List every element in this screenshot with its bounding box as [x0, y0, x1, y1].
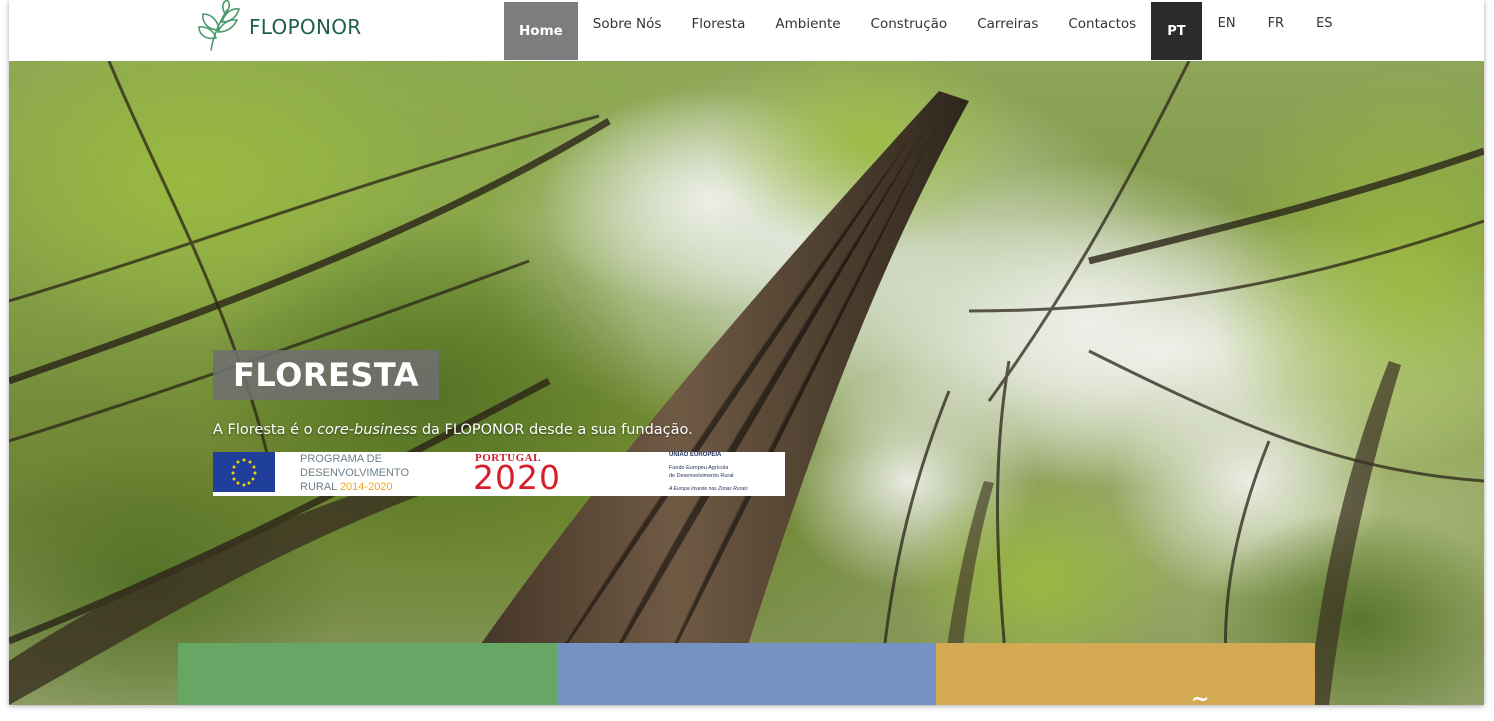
eu-fund-line-1: Fundo Europeu Agrícola	[669, 465, 729, 471]
hero-subtitle-text-end: da FLOPONOR desde a sua fundação.	[417, 422, 693, 438]
lang-en[interactable]: EN	[1202, 2, 1252, 45]
feature-tiles: ~	[178, 643, 1315, 705]
feature-tile-green[interactable]	[178, 643, 557, 705]
hero-banner: FLORESTA A Floresta é o core-business da…	[9, 61, 1484, 705]
hero-subtitle: A Floresta é o core-business da FLOPONOR…	[213, 422, 785, 438]
eu-title: UNIÃO EUROPEIA	[669, 452, 722, 458]
pdr-line-3: RURAL 2014-2020	[300, 480, 409, 494]
pdr-years: 2014-2020	[339, 481, 393, 493]
eu-fund-line-2: de Desenvolvimento Rural	[669, 473, 734, 479]
hero-subtitle-emphasis: core-business	[317, 422, 418, 438]
pdr-program-text: PROGRAMA DE DESENVOLVIMENTO RURAL 2014-2…	[300, 452, 409, 494]
tile-partial-text: ~	[1191, 687, 1210, 705]
lang-pt[interactable]: PT	[1151, 2, 1202, 60]
pdr-line-1: PROGRAMA DE	[300, 453, 382, 465]
browser-viewport: FLOPONOR Home Sobre Nós Floresta Ambient…	[9, 0, 1484, 705]
lang-fr[interactable]: FR	[1252, 2, 1301, 45]
logo-wordmark: FLOPONOR	[249, 15, 362, 39]
main-nav: Home Sobre Nós Floresta Ambiente Constru…	[504, 2, 1349, 60]
site-header: FLOPONOR Home Sobre Nós Floresta Ambient…	[9, 0, 1484, 61]
nav-sobre-nos[interactable]: Sobre Nós	[578, 2, 677, 45]
nav-ambiente[interactable]: Ambiente	[760, 2, 855, 45]
funding-logos-banner[interactable]: PDR 2020 PROGRAMA DE DESENVOLVIMENTO RUR…	[213, 452, 785, 496]
eu-fund-text: Fundo Europeu Agrícola de Desenvolviment…	[669, 464, 734, 480]
leaf-sprig-icon	[198, 0, 240, 51]
feature-tile-gold[interactable]: ~	[936, 643, 1315, 705]
hero-title: FLORESTA	[213, 350, 439, 400]
nav-floresta[interactable]: Floresta	[676, 2, 760, 45]
portugal-2020: 2020	[473, 458, 561, 497]
pdr-line-3-label: RURAL	[300, 481, 340, 493]
feature-tile-blue[interactable]	[557, 643, 936, 705]
pdr-line-2: DESENVOLVIMENTO	[300, 467, 410, 479]
eu-flag-icon	[213, 452, 275, 492]
lang-es[interactable]: ES	[1300, 2, 1348, 45]
nav-contactos[interactable]: Contactos	[1053, 2, 1151, 45]
nav-carreiras[interactable]: Carreiras	[962, 2, 1053, 45]
hero-subtitle-text: A Floresta é o	[213, 422, 318, 438]
nav-construcao[interactable]: Construção	[856, 2, 963, 45]
eu-slogan: A Europa Investe nas Zonas Rurais	[669, 486, 748, 492]
hero-content: FLORESTA A Floresta é o core-business da…	[213, 350, 785, 496]
nav-home[interactable]: Home	[504, 2, 578, 60]
site-logo[interactable]: FLOPONOR	[197, 0, 361, 52]
